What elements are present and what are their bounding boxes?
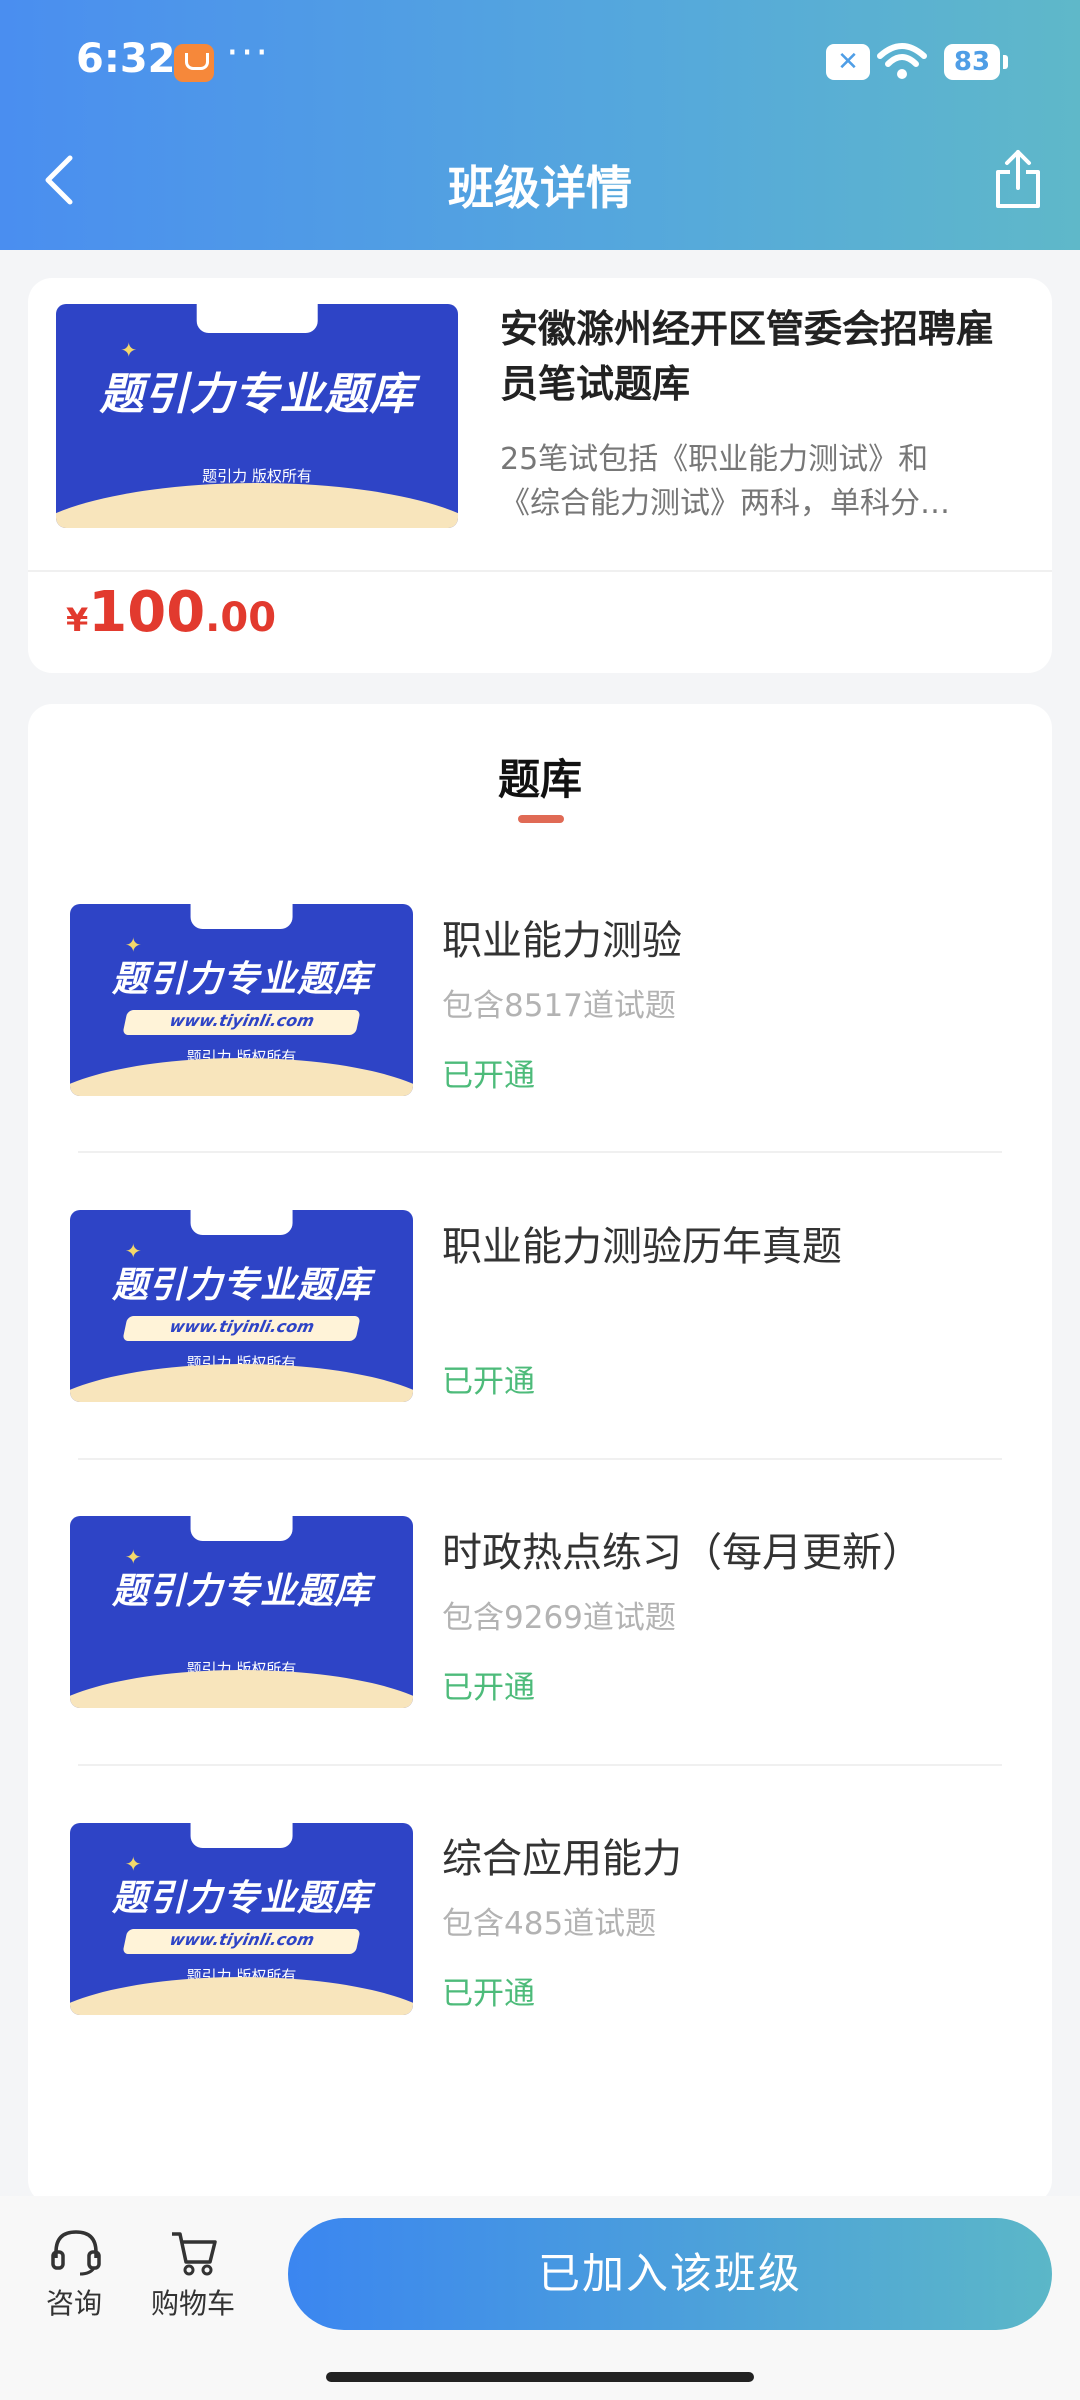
question-count: 包含9269道试题 — [442, 1600, 676, 1636]
divider — [78, 1458, 1002, 1460]
tab-active-indicator — [518, 815, 564, 823]
consult-label[interactable]: 咨询 — [46, 2282, 102, 2322]
question-bank-title[interactable]: 职业能力测验 — [442, 908, 682, 966]
more-notifications-icon: ··· — [226, 30, 271, 76]
question-count: 包含8517道试题 — [442, 988, 676, 1024]
joined-class-button[interactable]: 已加入该班级 — [288, 2218, 1052, 2330]
status-opened: 已开通 — [442, 1976, 535, 2012]
cover-title: 题引力专业题库 — [99, 368, 415, 420]
shopping-app-notification-icon — [174, 44, 214, 82]
divider — [78, 1764, 1002, 1766]
question-bank-cover[interactable]: ✦ 题引力专业题库 www.tiyinli.com 题引力 版权所有 — [70, 1823, 413, 2015]
course-description: 25笔试包括《职业能力测试》和 《综合能力测试》两科，单科分… — [500, 442, 950, 521]
course-price: ¥100.00 — [66, 580, 277, 645]
question-bank-cover[interactable]: ✦ 题引力专业题库 题引力 版权所有 — [70, 1516, 413, 1708]
question-bank-title[interactable]: 综合应用能力 — [442, 1826, 682, 1884]
status-time: 6:32 — [76, 36, 176, 82]
headset-icon[interactable] — [50, 2228, 102, 2276]
cover-wave — [56, 483, 458, 528]
question-count: 包含485道试题 — [442, 1906, 657, 1942]
cover-brand-tab — [196, 304, 318, 334]
question-bank-title[interactable]: 职业能力测验历年真题 — [442, 1214, 842, 1272]
cart-icon[interactable] — [168, 2228, 220, 2276]
divider — [28, 570, 1052, 572]
tab-question-bank[interactable]: 题库 — [0, 746, 1080, 807]
page-title: 班级详情 — [448, 161, 632, 215]
course-cover-image: ✦ 题引力专业题库 题引力 版权所有 — [56, 304, 458, 528]
share-icon[interactable] — [992, 148, 1044, 210]
question-bank-cover[interactable]: ✦ 题引力专业题库 www.tiyinli.com 题引力 版权所有 — [70, 904, 413, 1096]
status-opened: 已开通 — [442, 1058, 535, 1094]
question-bank-cover[interactable]: ✦ 题引力专业题库 www.tiyinli.com 题引力 版权所有 — [70, 1210, 413, 1402]
home-indicator[interactable] — [326, 2372, 754, 2382]
battery-indicator: 83 — [944, 44, 1008, 80]
status-opened: 已开通 — [442, 1364, 535, 1400]
no-sim-icon: ✕ — [826, 44, 870, 80]
wifi-icon — [877, 43, 927, 79]
cart-label[interactable]: 购物车 — [151, 2282, 235, 2322]
status-opened: 已开通 — [442, 1670, 535, 1706]
course-title: 安徽滁州经开区管委会招聘雇员笔试题库 — [500, 307, 995, 406]
divider — [78, 1151, 1002, 1153]
top-header: 6:32 ··· ✕ 83 班级详情 — [0, 0, 1080, 250]
question-bank-title[interactable]: 时政热点练习（每月更新） — [442, 1520, 922, 1578]
